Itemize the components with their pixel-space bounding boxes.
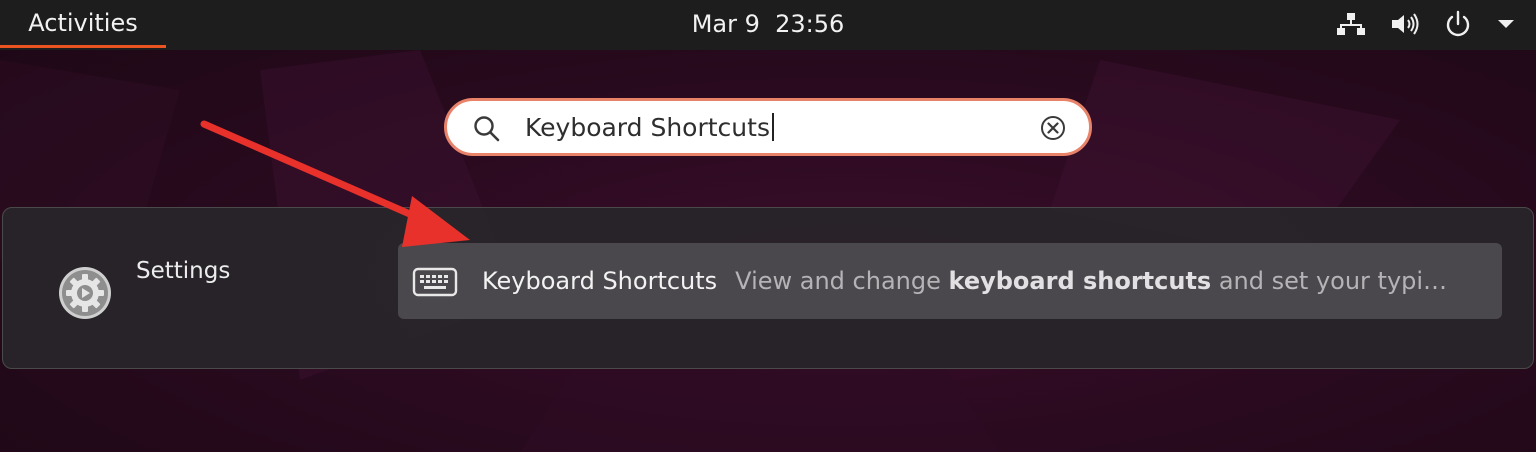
result-item-keyboard-shortcuts[interactable]: Keyboard Shortcuts View and change keybo… bbox=[398, 243, 1502, 319]
clock-date: Mar 9 bbox=[691, 10, 760, 38]
settings-provider-label[interactable]: Settings bbox=[136, 258, 230, 284]
text-caret bbox=[771, 113, 774, 141]
result-description-bold: keyboard shortcuts bbox=[948, 267, 1212, 295]
settings-gear-icon[interactable] bbox=[55, 263, 115, 327]
activities-button[interactable]: Activities bbox=[0, 0, 166, 48]
clock: Mar 9 23:56 bbox=[0, 0, 1536, 48]
power-icon[interactable] bbox=[1444, 10, 1472, 38]
clear-circle-x-icon[interactable] bbox=[1039, 114, 1067, 146]
top-bar: Activities Mar 9 23:56 bbox=[0, 0, 1536, 50]
clock-button[interactable]: Mar 9 23:56 bbox=[684, 10, 853, 38]
result-description-pre: View and change bbox=[735, 267, 949, 295]
result-text: Keyboard Shortcuts View and change keybo… bbox=[482, 243, 1482, 319]
search-field[interactable]: Keyboard Shortcuts bbox=[444, 98, 1092, 156]
keyboard-icon bbox=[412, 267, 458, 301]
search-icon bbox=[473, 115, 501, 147]
system-tray[interactable] bbox=[1336, 0, 1516, 48]
menu-chevron-down-icon[interactable] bbox=[1496, 17, 1516, 31]
result-description-post: and set your typi… bbox=[1211, 267, 1448, 295]
search-query-text: Keyboard Shortcuts bbox=[525, 112, 770, 142]
search-input[interactable]: Keyboard Shortcuts bbox=[525, 101, 774, 153]
result-title: Keyboard Shortcuts bbox=[482, 267, 718, 295]
volume-icon[interactable] bbox=[1390, 12, 1420, 36]
result-description: View and change keyboard shortcuts and s… bbox=[735, 267, 1447, 295]
clock-time: 23:56 bbox=[775, 10, 845, 38]
network-icon[interactable] bbox=[1336, 12, 1366, 36]
